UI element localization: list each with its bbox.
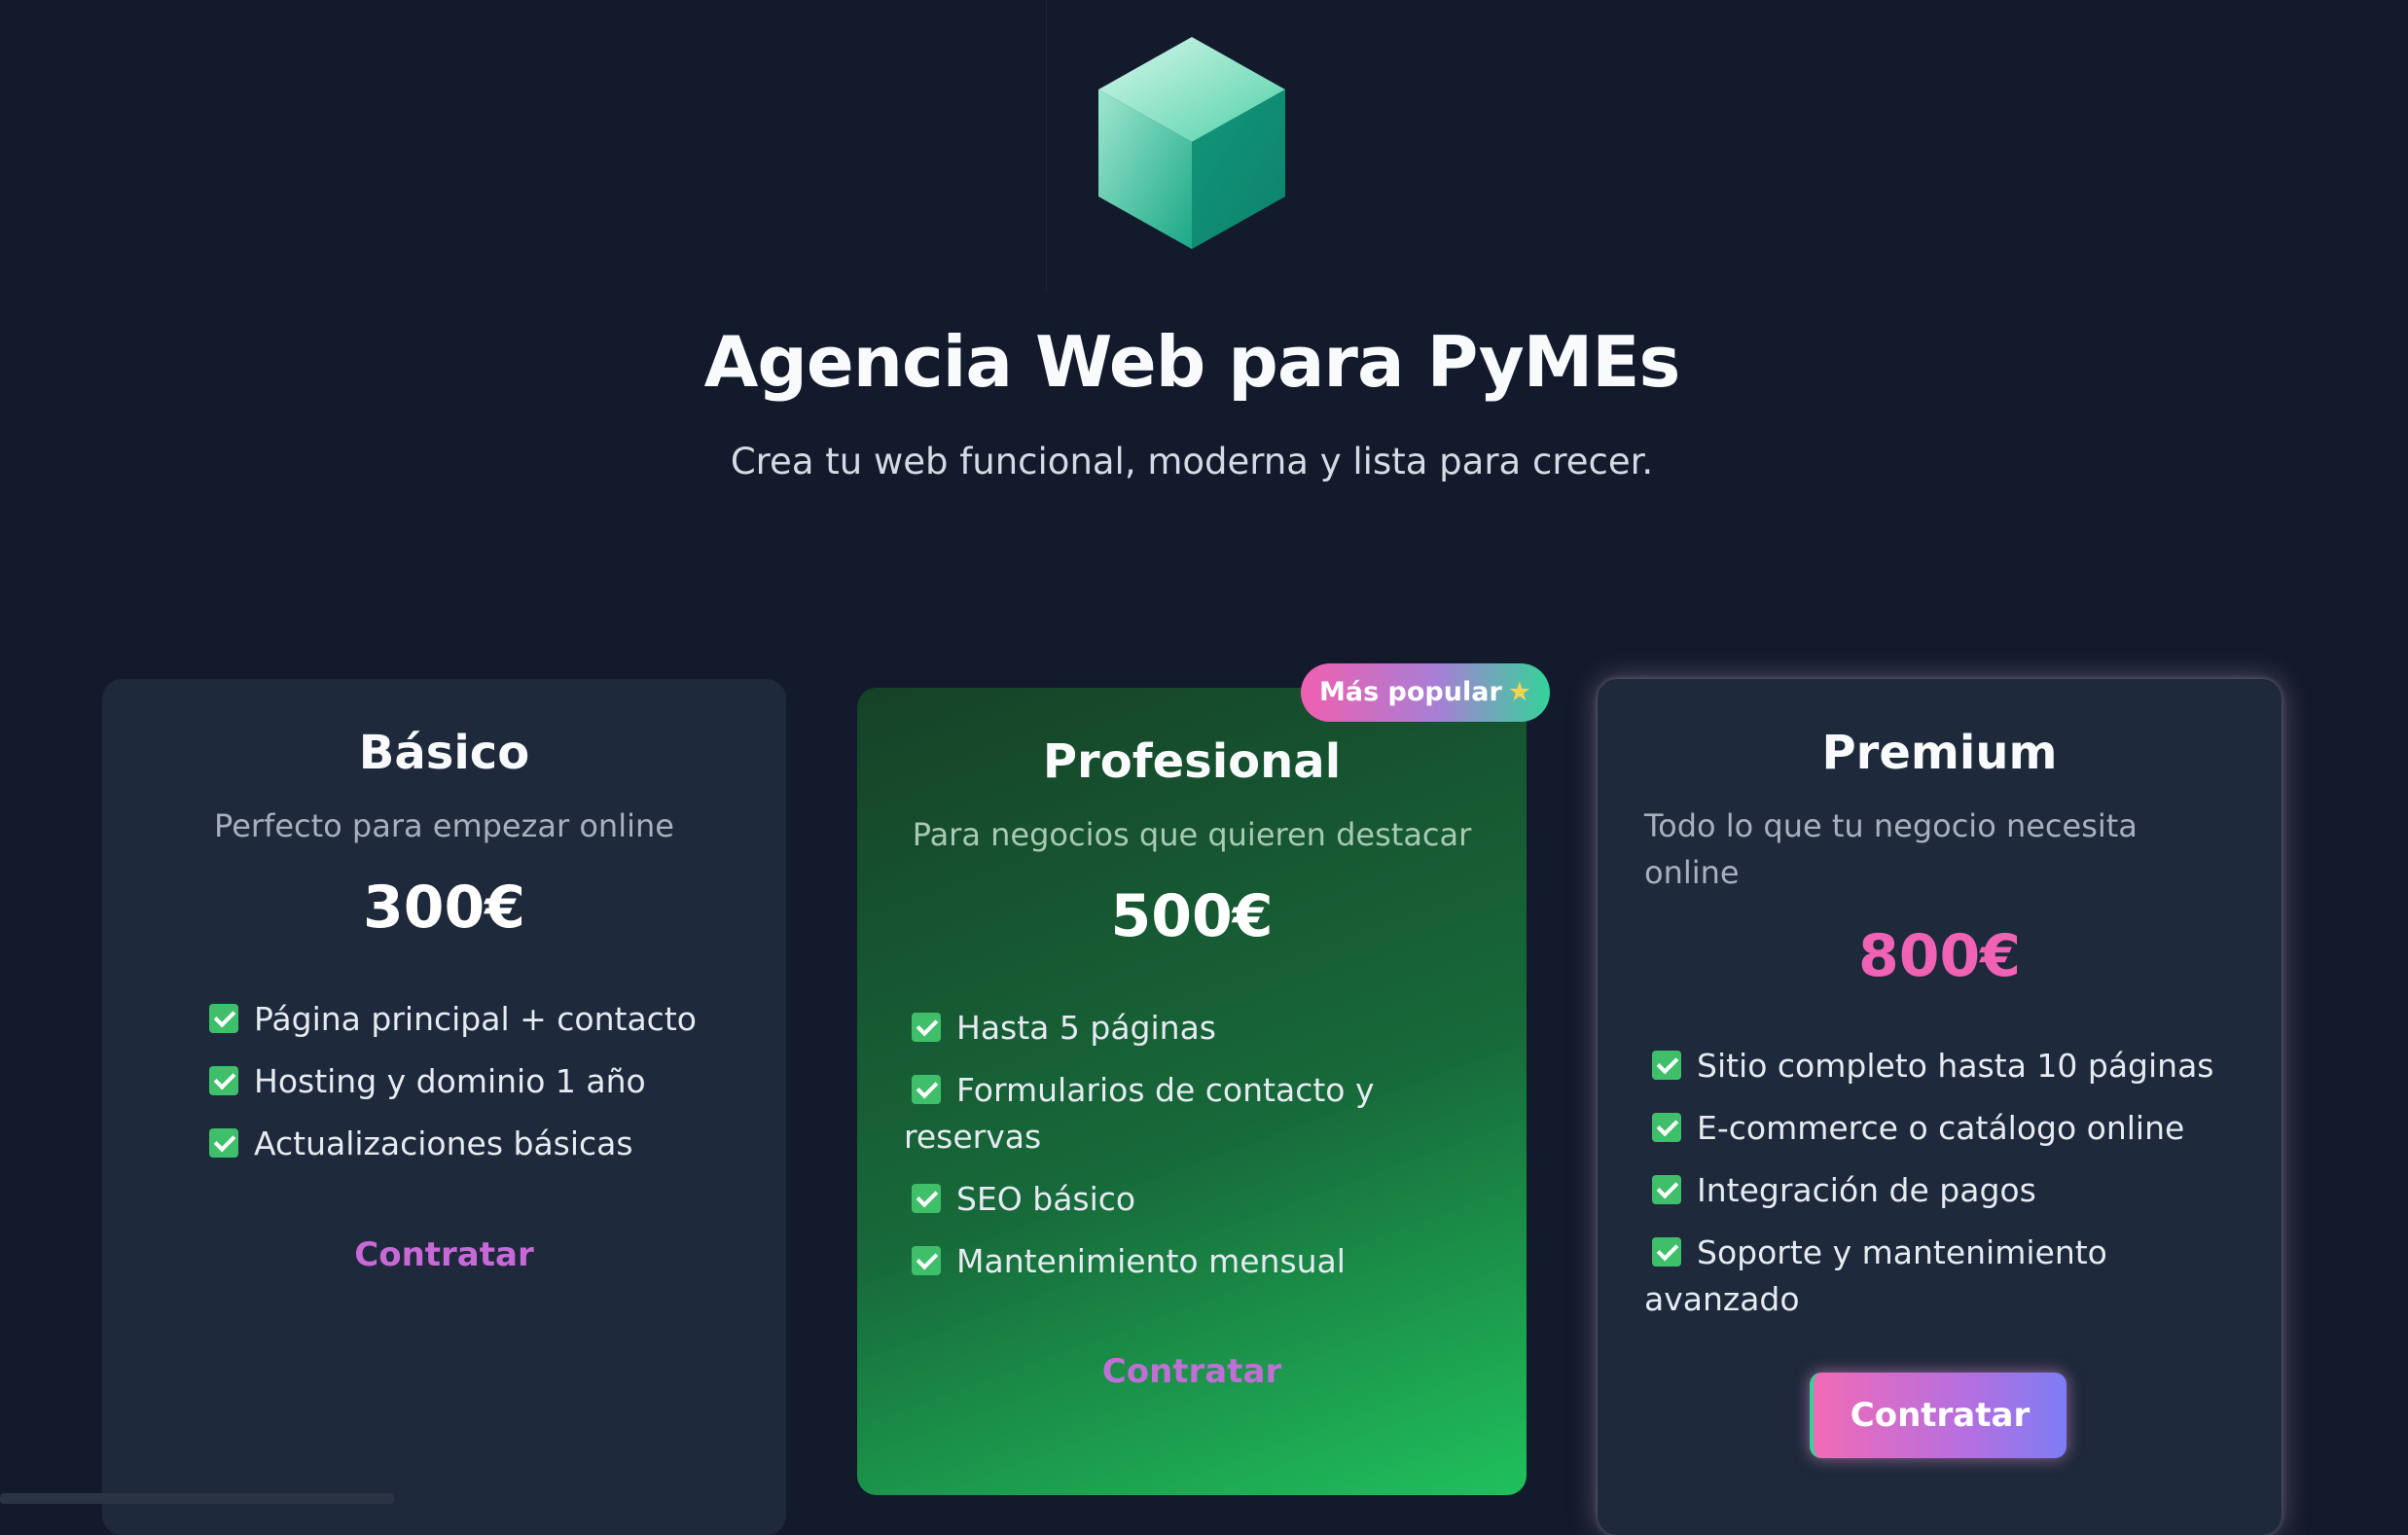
checkbox-icon (209, 1128, 238, 1158)
plan-price: 300€ (363, 874, 525, 942)
plan-price: 500€ (1110, 882, 1274, 950)
plan-name: Profesional (1042, 734, 1342, 789)
plan-name: Premium (1821, 726, 2058, 780)
contract-button-professional[interactable]: Contratar (857, 1352, 1527, 1391)
checkbox-icon (912, 1013, 941, 1042)
page-subtitle: Crea tu web funcional, moderna y lista p… (730, 441, 1654, 482)
checkbox-icon (209, 1004, 238, 1033)
checkbox-icon (1652, 1237, 1681, 1267)
feature-item: Soporte y mantenimiento avanzado (1644, 1233, 2107, 1318)
plan-description: Todo lo que tu negocio necesita online (1644, 807, 2138, 891)
plan-name: Básico (358, 726, 530, 780)
plan-card-basic: Básico Perfecto para empezar online 300€… (102, 679, 786, 1535)
checkbox-icon (912, 1184, 941, 1213)
contract-button-premium[interactable]: Contratar (1810, 1373, 2067, 1458)
plan-price: 800€ (1858, 922, 2021, 990)
feature-list: Sitio completo hasta 10 páginas E-commer… (1644, 1043, 2228, 1339)
checkbox-icon (1652, 1051, 1681, 1080)
feature-item: SEO básico (904, 1176, 1449, 1223)
feature-item: Mantenimiento mensual (904, 1238, 1449, 1285)
checkbox-icon (912, 1075, 941, 1104)
horizontal-scrollbar[interactable] (0, 1493, 394, 1504)
checkbox-icon (1652, 1175, 1681, 1204)
popular-badge: Más popular ★ (1301, 663, 1550, 722)
feature-item: Página principal + contacto (209, 996, 754, 1043)
plan-description: Para negocios que quieren destacar (912, 816, 1472, 853)
checkbox-icon (209, 1066, 238, 1095)
plan-card-professional: Profesional Para negocios que quieren de… (857, 688, 1527, 1495)
feature-item: E-commerce o catálogo online (1644, 1105, 2228, 1152)
feature-item: Sitio completo hasta 10 páginas (1644, 1043, 2228, 1089)
checkbox-icon (912, 1246, 941, 1275)
star-icon: ★ (1507, 677, 1531, 707)
page-title: Agencia Web para PyMEs (703, 321, 1681, 403)
checkbox-icon (1652, 1113, 1681, 1142)
feature-list: Hasta 5 páginas Formularios de contacto … (904, 1005, 1449, 1301)
feature-list: Página principal + contacto Hosting y do… (209, 996, 754, 1183)
plan-card-premium: Premium Todo lo que tu negocio necesita … (1598, 679, 2282, 1535)
feature-item: Formularios de contacto y reservas (904, 1071, 1375, 1156)
feature-item: Actualizaciones básicas (209, 1121, 754, 1167)
feature-item: Hasta 5 páginas (904, 1005, 1449, 1052)
cube-logo-icon (1098, 37, 1285, 249)
decorative-divider (1046, 0, 1047, 292)
feature-item: Integración de pagos (1644, 1167, 2228, 1214)
contract-button-basic[interactable]: Contratar (102, 1235, 786, 1274)
plan-description: Perfecto para empezar online (214, 807, 674, 844)
feature-item: Hosting y dominio 1 año (209, 1058, 754, 1105)
